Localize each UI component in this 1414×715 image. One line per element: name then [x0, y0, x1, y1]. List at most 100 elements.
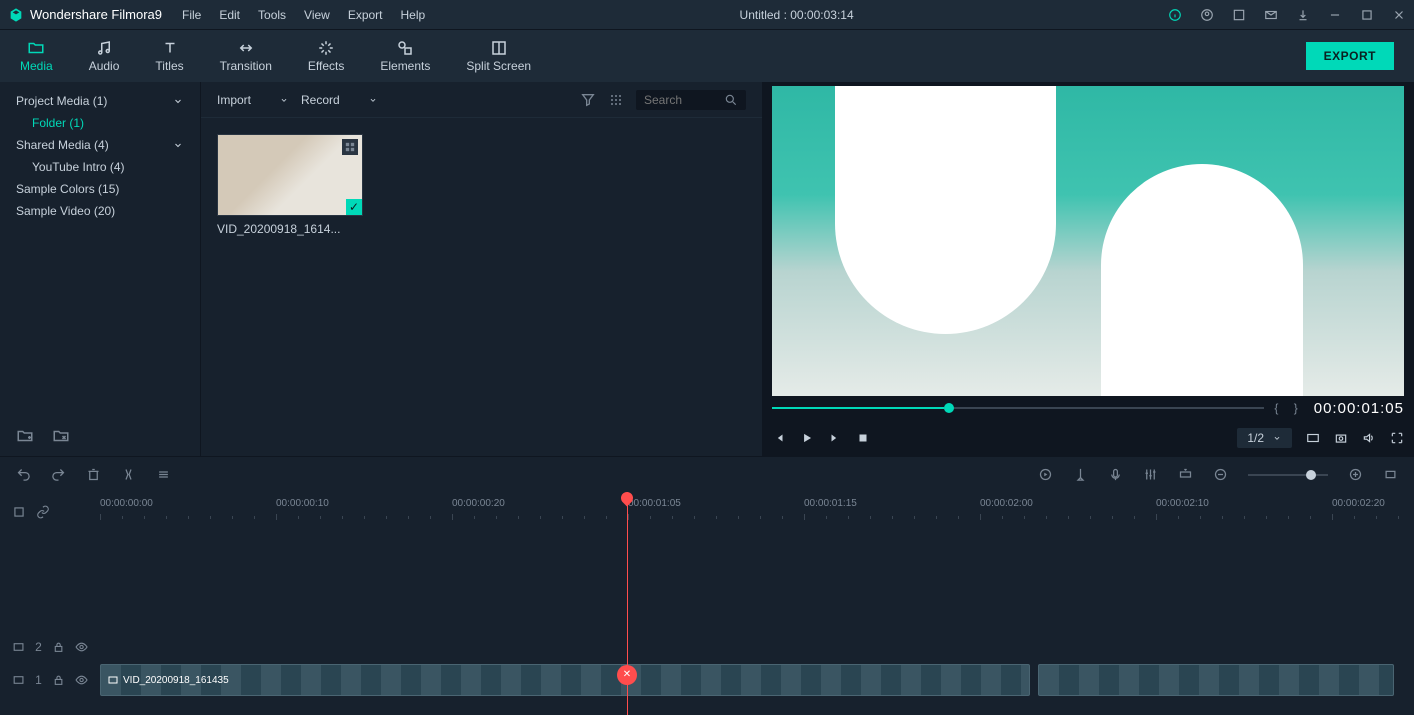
search-input[interactable]: [644, 93, 724, 107]
search-box[interactable]: [636, 90, 746, 110]
menu-edit[interactable]: Edit: [219, 8, 240, 22]
tree-folder[interactable]: Folder (1): [0, 112, 200, 134]
tree-sample-colors[interactable]: Sample Colors (15): [0, 178, 200, 200]
timeline-playhead[interactable]: [627, 492, 628, 715]
track-head-video2: 2: [0, 640, 100, 654]
mail-icon[interactable]: [1264, 8, 1278, 22]
chevron-down-icon: [368, 95, 378, 105]
ruler-tick-label: 00:00:00:00: [100, 498, 153, 509]
clip-type-icon: [107, 674, 119, 686]
settings-icon[interactable]: [156, 467, 171, 482]
zoom-in-icon[interactable]: [1348, 467, 1363, 482]
tab-effects[interactable]: Effects: [308, 39, 344, 73]
render-icon[interactable]: [1038, 467, 1053, 482]
search-icon[interactable]: [724, 93, 738, 107]
eye-icon[interactable]: [75, 673, 88, 687]
fullscreen-icon[interactable]: [1390, 431, 1404, 445]
tab-titles[interactable]: Titles: [155, 39, 183, 73]
quality-icon[interactable]: [1306, 431, 1320, 445]
lock-icon[interactable]: [52, 640, 65, 654]
track-body-video2[interactable]: [100, 632, 1414, 662]
text-icon: [161, 39, 179, 57]
ruler-tick-label: 00:00:02:20: [1332, 498, 1385, 509]
tab-media[interactable]: Media: [20, 39, 53, 73]
transition-icon: [237, 39, 255, 57]
zoom-slider[interactable]: [1248, 474, 1328, 476]
app-name: Wondershare Filmora9: [30, 7, 162, 22]
tree-youtube-intro[interactable]: YouTube Intro (4): [0, 156, 200, 178]
sparkle-icon: [317, 39, 335, 57]
tool-tabs-bar: Media Audio Titles Transition Effects El…: [0, 30, 1414, 82]
ruler-tick-label: 00:00:02:00: [980, 498, 1033, 509]
tree-shared-media[interactable]: Shared Media (4): [0, 134, 200, 156]
filter-icon[interactable]: [580, 92, 596, 108]
redo-icon[interactable]: [51, 467, 66, 482]
snap-icon[interactable]: [12, 505, 26, 519]
download-icon[interactable]: [1296, 8, 1310, 22]
preview-timecode: 00:00:01:05: [1314, 400, 1404, 417]
mixer-icon[interactable]: [1143, 467, 1158, 482]
menu-tools[interactable]: Tools: [258, 8, 286, 22]
tree-sample-video[interactable]: Sample Video (20): [0, 200, 200, 222]
snapshot-icon[interactable]: [1334, 431, 1348, 445]
track-body-video1[interactable]: VID_20200918_161435: [100, 662, 1414, 698]
info-icon[interactable]: [1168, 8, 1182, 22]
grid-icon[interactable]: [608, 92, 624, 108]
app-logo: Wondershare Filmora9: [8, 7, 162, 23]
split-icon[interactable]: [121, 467, 136, 482]
menu-export[interactable]: Export: [348, 8, 383, 22]
media-thumbnail[interactable]: ✓: [217, 134, 363, 216]
import-dropdown[interactable]: Import: [217, 93, 289, 107]
lock-icon[interactable]: [52, 673, 65, 687]
prev-frame-icon[interactable]: [772, 431, 786, 445]
link-icon[interactable]: [36, 505, 50, 519]
save-icon[interactable]: [1232, 8, 1246, 22]
preview-panel: { } 00:00:01:05 1/2: [762, 82, 1414, 456]
check-icon: ✓: [346, 199, 362, 215]
media-toolbar: Import Record: [201, 82, 762, 118]
preview-canvas[interactable]: [772, 86, 1404, 396]
export-button[interactable]: EXPORT: [1306, 42, 1394, 70]
minimize-icon[interactable]: [1328, 8, 1342, 22]
tab-transition[interactable]: Transition: [220, 39, 272, 73]
user-icon[interactable]: [1200, 8, 1214, 22]
play-icon[interactable]: [800, 431, 814, 445]
chevron-down-icon: [279, 95, 289, 105]
volume-icon[interactable]: [1362, 431, 1376, 445]
voiceover-icon[interactable]: [1108, 467, 1123, 482]
mark-brackets[interactable]: { }: [1274, 401, 1303, 415]
slider-thumb[interactable]: [944, 403, 954, 413]
zoom-out-icon[interactable]: [1213, 467, 1228, 482]
timeline-ruler[interactable]: 00:00:00:0000:00:00:1000:00:00:2000:00:0…: [100, 492, 1414, 532]
window-controls: [1168, 8, 1406, 22]
new-folder-icon[interactable]: [16, 427, 34, 445]
slider-track[interactable]: [772, 407, 1264, 409]
timeline-clip-2[interactable]: [1038, 664, 1394, 696]
tree-project-media[interactable]: Project Media (1): [0, 90, 200, 112]
timeline-clip-1[interactable]: VID_20200918_161435: [100, 664, 1030, 696]
tab-split-screen[interactable]: Split Screen: [466, 39, 531, 73]
undo-icon[interactable]: [16, 467, 31, 482]
zoom-fit-icon[interactable]: [1383, 467, 1398, 482]
tab-audio[interactable]: Audio: [89, 39, 120, 73]
add-track-icon[interactable]: [1178, 467, 1193, 482]
menu-help[interactable]: Help: [401, 8, 426, 22]
record-dropdown[interactable]: Record: [301, 93, 378, 107]
menu-view[interactable]: View: [304, 8, 330, 22]
tab-elements[interactable]: Elements: [380, 39, 430, 73]
marker-icon[interactable]: [1073, 467, 1088, 482]
chevron-down-icon: [172, 139, 184, 151]
media-grid: ✓ VID_20200918_1614...: [201, 118, 762, 252]
media-item[interactable]: ✓ VID_20200918_1614...: [217, 134, 363, 236]
playback-speed-select[interactable]: 1/2: [1237, 428, 1292, 448]
eye-icon[interactable]: [75, 640, 88, 654]
stop-icon[interactable]: [856, 431, 870, 445]
sidebar-footer: [0, 417, 200, 455]
delete-icon[interactable]: [86, 467, 101, 482]
delete-folder-icon[interactable]: [52, 427, 70, 445]
preview-slider[interactable]: { } 00:00:01:05: [772, 396, 1404, 420]
close-icon[interactable]: [1392, 8, 1406, 22]
maximize-icon[interactable]: [1360, 8, 1374, 22]
next-frame-icon[interactable]: [828, 431, 842, 445]
menu-file[interactable]: File: [182, 8, 201, 22]
